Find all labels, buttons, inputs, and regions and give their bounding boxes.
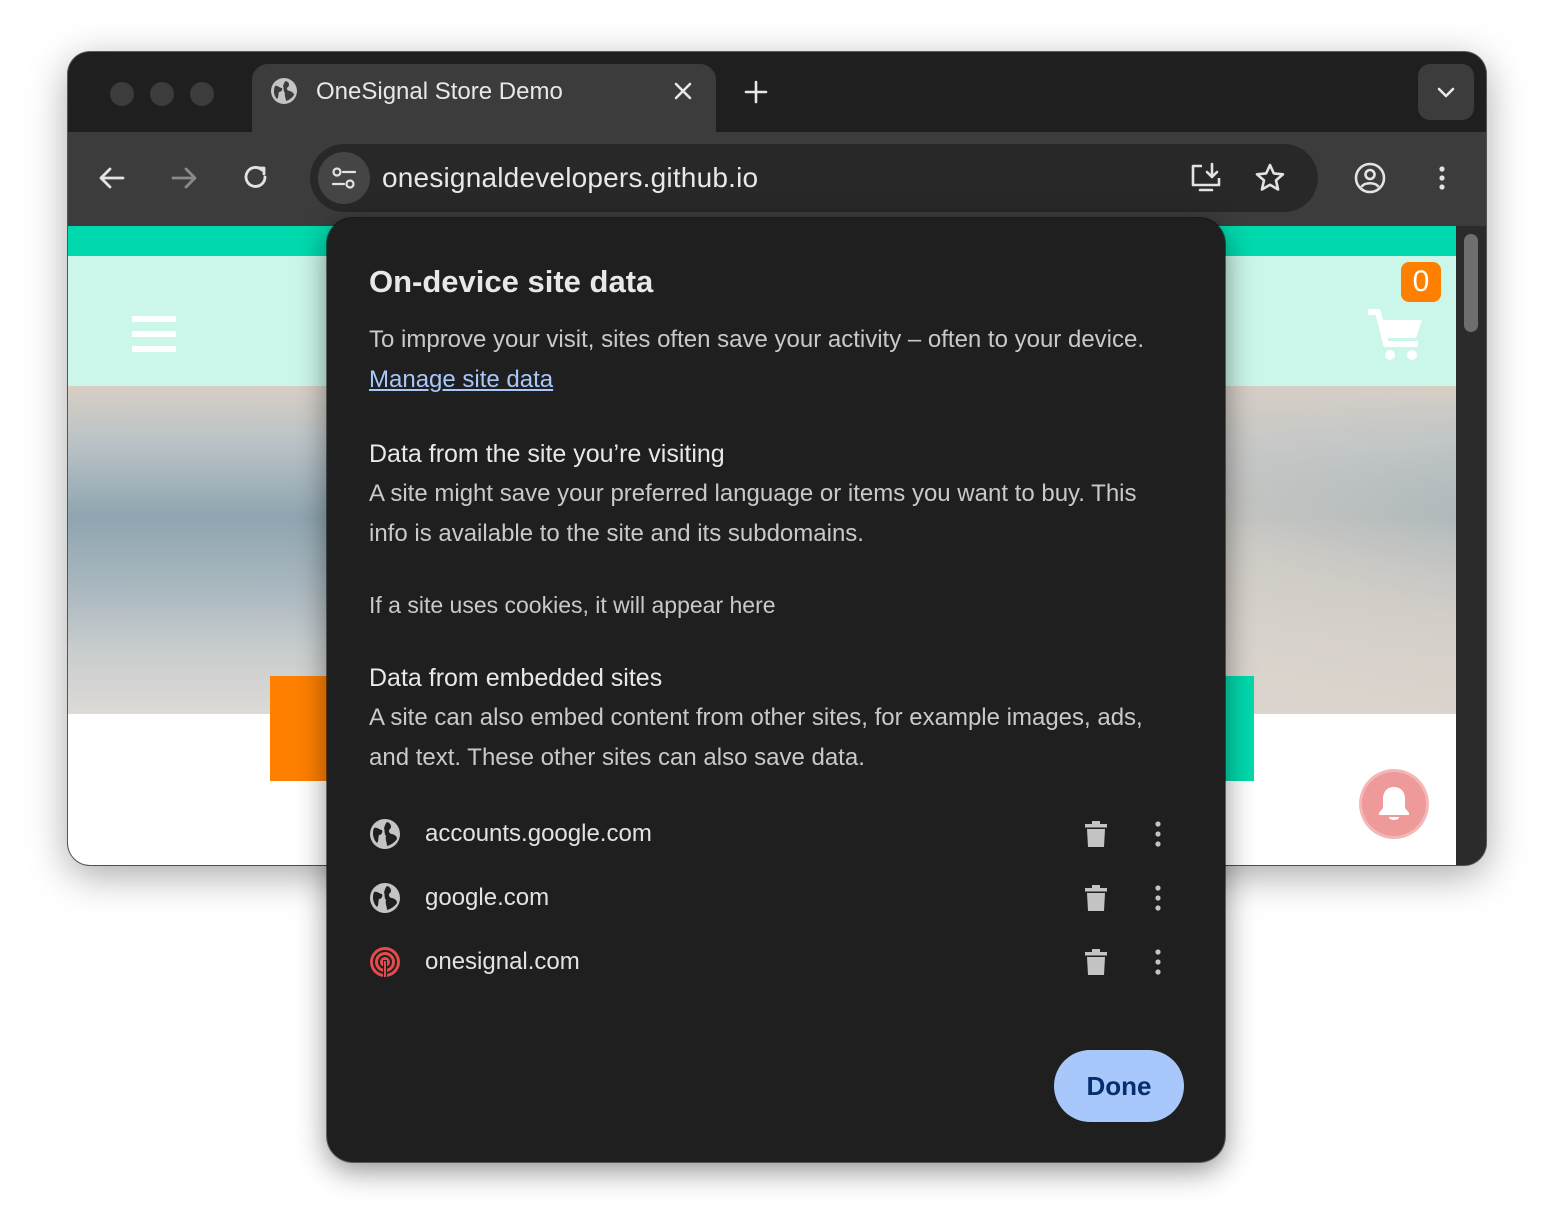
site-name: onesignal.com [425, 948, 580, 975]
tab-onesignal-store-demo[interactable]: OneSignal Store Demo [252, 64, 716, 132]
list-item: accounts.google.com [369, 810, 1181, 858]
hamburger-menu-icon[interactable] [132, 314, 176, 354]
list-item: google.com [369, 874, 1181, 922]
globe-icon [370, 883, 400, 913]
list-item: onesignal.com [369, 938, 1181, 986]
more-vertical-icon[interactable] [1424, 160, 1460, 196]
page-scrollbar[interactable] [1456, 226, 1486, 865]
dialog-title: On-device site data [369, 264, 654, 299]
onesignal-icon [370, 947, 400, 977]
site-name: google.com [425, 884, 550, 911]
site-info-button[interactable] [318, 152, 370, 204]
more-vertical-icon[interactable] [1145, 820, 1171, 848]
more-vertical-icon[interactable] [1145, 884, 1171, 912]
trash-icon[interactable] [1083, 820, 1109, 848]
site-data-dialog: On-device site data To improve your visi… [327, 218, 1225, 1162]
back-arrow-icon[interactable] [94, 160, 130, 196]
done-button[interactable]: Done [1054, 1050, 1184, 1122]
embedded-sites-heading: Data from embedded sites [369, 664, 663, 692]
globe-icon [370, 819, 400, 849]
bell-icon [1379, 787, 1409, 820]
cookies-note: If a site uses cookies, it will appear h… [369, 592, 776, 618]
more-vertical-icon[interactable] [1145, 948, 1171, 976]
site-data-heading: Data from the site you’re visiting [369, 440, 725, 468]
profile-icon[interactable] [1352, 160, 1388, 196]
globe-icon [271, 78, 297, 104]
tune-icon [331, 167, 357, 189]
new-tab-icon[interactable] [742, 78, 770, 106]
close-icon[interactable] [670, 78, 696, 104]
site-name: accounts.google.com [425, 820, 652, 847]
intro-paragraph: To improve your visit, sites often save … [369, 320, 1169, 400]
reload-icon[interactable] [238, 160, 274, 196]
shopping-cart-icon[interactable] [1366, 308, 1426, 364]
forward-arrow-icon[interactable] [166, 160, 202, 196]
tab-search-button[interactable] [1418, 64, 1474, 120]
trash-icon[interactable] [1083, 948, 1109, 976]
site-data-description: A site might save your preferred languag… [369, 480, 1137, 547]
url-text[interactable]: onesignaldevelopers.github.io [382, 162, 758, 194]
intro-text: To improve your visit, sites often save … [369, 326, 1145, 353]
notification-bell-button[interactable] [1362, 772, 1426, 836]
tab-strip: OneSignal Store Demo [68, 52, 1486, 132]
chevron-down-icon [1437, 87, 1455, 98]
zoom-window-button[interactable] [190, 82, 214, 106]
manage-site-data-link[interactable]: Manage site data [369, 366, 553, 393]
browser-toolbar: onesignaldevelopers.github.io [68, 132, 1486, 226]
scrollbar-thumb[interactable] [1464, 234, 1478, 332]
tab-title: OneSignal Store Demo [316, 78, 563, 105]
bookmark-star-icon[interactable] [1252, 160, 1288, 196]
trash-icon[interactable] [1083, 884, 1109, 912]
install-app-icon[interactable] [1188, 160, 1224, 196]
embedded-sites-description: A site can also embed content from other… [369, 704, 1143, 771]
cart-count-badge: 0 [1401, 262, 1441, 302]
close-window-button[interactable] [110, 82, 134, 106]
address-bar[interactable]: onesignaldevelopers.github.io [310, 144, 1318, 212]
minimize-window-button[interactable] [150, 82, 174, 106]
